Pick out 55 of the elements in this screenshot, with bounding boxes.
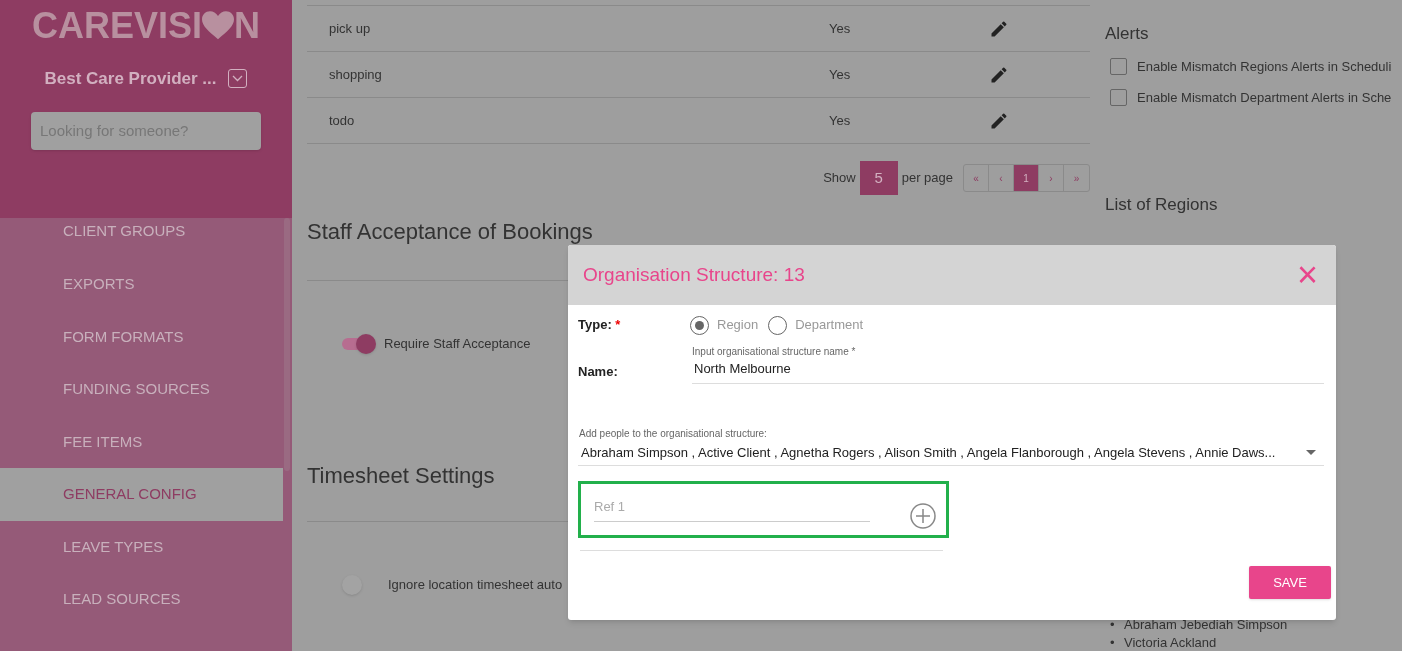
section-heading: List of Regions <box>1105 193 1219 216</box>
list-item: Victoria Ackland <box>1124 633 1217 651</box>
radio-option[interactable]: Department <box>768 315 864 335</box>
table-cell-text: Yes <box>829 65 852 84</box>
save-button[interactable]: SAVE <box>1249 566 1331 599</box>
table-cell-text: Yes <box>829 111 852 130</box>
page-button[interactable]: « <box>964 165 989 191</box>
modal-title: Organisation Structure: 13 <box>583 262 805 287</box>
add-icon[interactable] <box>910 502 936 529</box>
page-button[interactable]: 1 <box>1014 165 1039 191</box>
field-label: Type: * <box>578 316 622 335</box>
provider-name: Best Care Provider ... <box>44 68 217 90</box>
table-cell-text: Yes <box>829 19 852 38</box>
page-button[interactable]: » <box>1064 165 1089 191</box>
section-heading: Alerts <box>1105 23 1150 45</box>
edit-icon[interactable] <box>989 64 1009 85</box>
field-label: Name: <box>578 363 619 381</box>
dropdown-icon[interactable] <box>228 69 248 89</box>
edit-icon[interactable] <box>989 110 1009 131</box>
logo: CAREVISI N <box>31 6 260 46</box>
name-field[interactable]: Input organisational structure name * North Melbourne <box>692 344 1324 384</box>
toggle-label: Require Staff Acceptance <box>384 335 531 354</box>
table-cell-text: todo <box>328 111 356 130</box>
per-page-select[interactable]: 5 <box>859 161 898 195</box>
per-page-label: per page <box>901 169 953 188</box>
checkbox[interactable] <box>1110 88 1127 106</box>
bullet: • <box>1110 633 1116 651</box>
list-item: Abraham Jebediah Simpson <box>1124 615 1288 633</box>
checkbox-label: Enable Mismatch Department Alerts in Sche <box>1137 88 1392 107</box>
table-cell-text: shopping <box>328 65 383 84</box>
toggle-switch[interactable] <box>342 334 376 354</box>
show-label: Show <box>823 169 856 188</box>
ref-field[interactable]: Ref 1 <box>594 491 870 522</box>
section-heading: Staff Acceptance of Bookings <box>307 219 593 244</box>
dropdown-arrow-icon[interactable] <box>1306 450 1316 455</box>
checkbox-label: Enable Mismatch Regions Alerts in Scheduli <box>1137 58 1392 76</box>
scrollbar[interactable] <box>284 218 290 471</box>
toggle-label: Ignore location timesheet auto <box>388 576 563 595</box>
close-button[interactable]: × <box>1296 260 1318 290</box>
sidebar-item[interactable]: FORM FORMATS <box>0 310 283 363</box>
edit-icon[interactable] <box>989 18 1009 39</box>
table-cell-text: pick up <box>328 19 372 38</box>
bullet: • <box>1110 615 1116 633</box>
radio-option[interactable]: Region <box>690 315 759 335</box>
page-button[interactable]: › <box>1039 165 1064 191</box>
sidebar-item[interactable]: EXPORTS <box>0 258 283 311</box>
sidebar-item[interactable]: GENERAL CONFIG <box>0 468 283 521</box>
sidebar-item[interactable]: LEAVE TYPES <box>0 520 283 573</box>
sidebar-item[interactable]: CLIENT GROUPS <box>0 218 283 258</box>
people-select[interactable]: Add people to the organisational structure: Abraham Simpson , Active Client , Agnetha Rogers , Alison Smith , Angela Flanborough , Angela Stevens , Annie Daws... <box>578 425 1324 466</box>
sidebar-item[interactable]: LEAD SOURCES <box>0 573 283 626</box>
section-heading: Timesheet Settings <box>307 463 495 488</box>
checkbox[interactable] <box>1110 58 1127 76</box>
sidebar-item[interactable]: FEE ITEMS <box>0 415 283 468</box>
sidebar-item[interactable]: FUNDING SOURCES <box>0 363 283 416</box>
